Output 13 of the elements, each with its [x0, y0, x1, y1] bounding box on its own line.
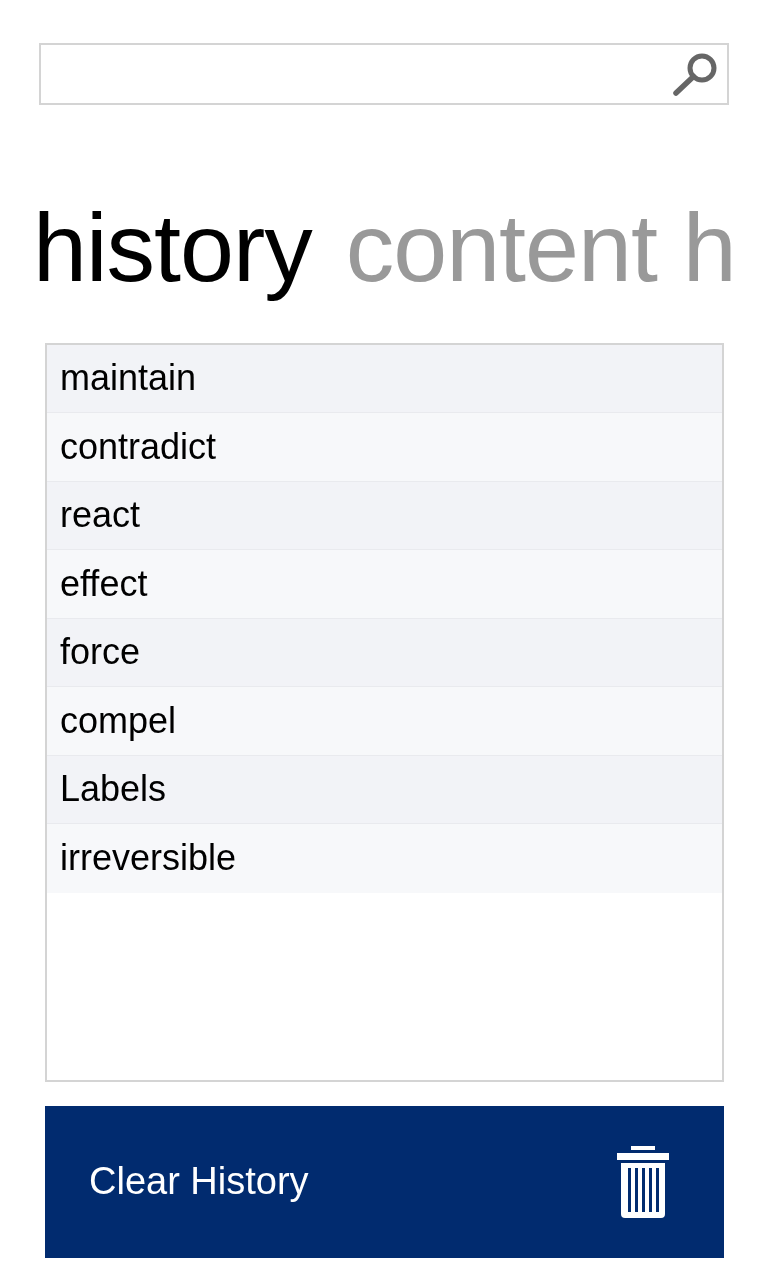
pivot-tab[interactable]: history: [33, 195, 312, 302]
history-item[interactable]: maintain: [47, 344, 722, 414]
history-item[interactable]: irreversible: [47, 824, 722, 893]
history-item[interactable]: Labels: [47, 755, 722, 825]
history-item[interactable]: compel: [47, 687, 722, 756]
search-icon[interactable]: [672, 52, 718, 96]
clear-history-button[interactable]: Clear History: [45, 1105, 724, 1258]
history-item[interactable]: force: [47, 618, 722, 688]
history-item[interactable]: contradict: [47, 413, 722, 482]
history-item[interactable]: effect: [47, 550, 722, 619]
search-field[interactable]: [39, 43, 729, 105]
history-item[interactable]: react: [47, 481, 722, 551]
trash-icon: [617, 1145, 669, 1218]
